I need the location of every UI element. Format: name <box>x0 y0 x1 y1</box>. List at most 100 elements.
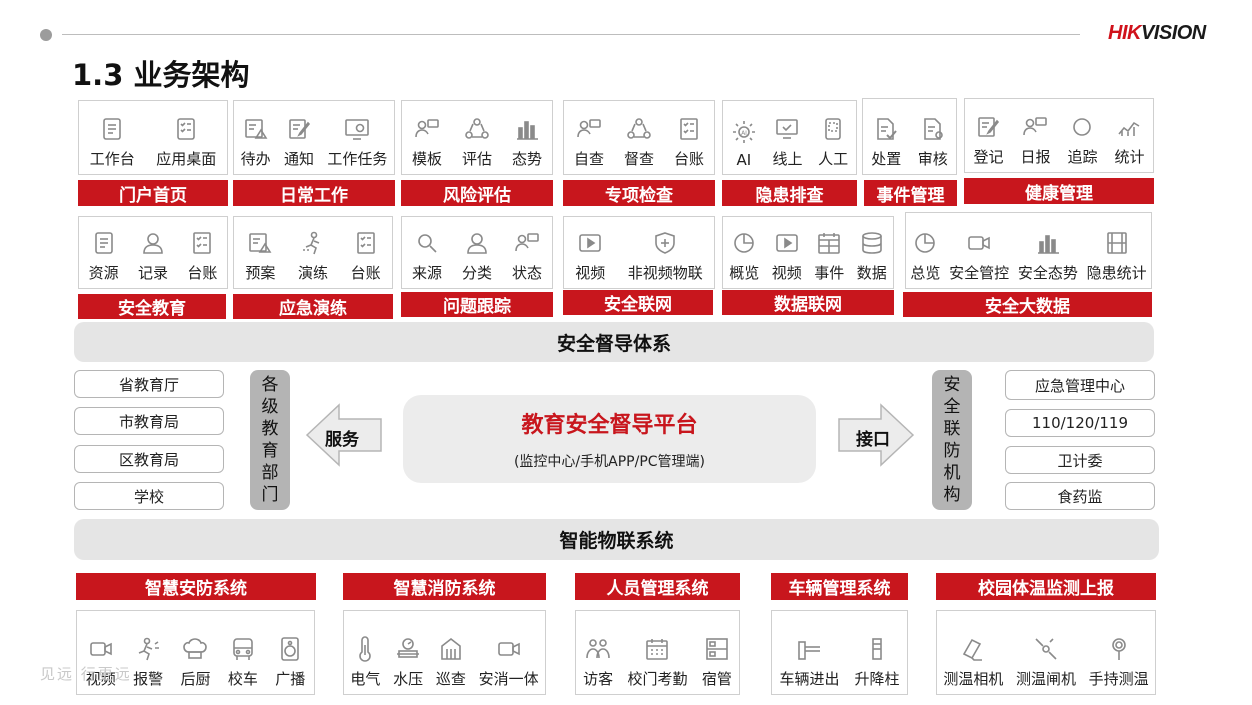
row2-module-label[interactable]: 问题跟踪 <box>401 292 553 317</box>
supervision-system-bar: 安全督导体系 <box>74 322 1154 362</box>
row3-module-label[interactable]: 智慧安防系统 <box>76 573 316 600</box>
row1-item[interactable]: 工作任务 <box>327 116 387 169</box>
row3-item[interactable]: 安消一体 <box>479 636 539 689</box>
row2-module-label[interactable]: 安全联网 <box>563 290 713 315</box>
item-label: 通知 <box>283 150 314 168</box>
item-label: 评估 <box>461 150 492 168</box>
row3-item[interactable]: 报警 <box>133 636 163 689</box>
item-label: 状态 <box>511 264 542 282</box>
data-icon <box>859 230 885 256</box>
row1-item[interactable]: 待办 <box>241 116 271 169</box>
row2-item[interactable]: 隐患统计 <box>1087 230 1147 283</box>
row2-item[interactable]: 视频 <box>772 230 802 283</box>
row3-item[interactable]: 测温闸机 <box>1016 636 1076 689</box>
item-label: 线上 <box>772 150 803 168</box>
ai-icon: AI <box>731 119 757 145</box>
row2-item[interactable]: 台账 <box>351 230 381 283</box>
row1-item[interactable]: 追踪 <box>1067 114 1098 167</box>
row1-module-label[interactable]: 专项检查 <box>563 180 715 206</box>
row2-item[interactable]: 总览 <box>910 230 940 283</box>
row1-module-label[interactable]: 日常工作 <box>233 180 395 206</box>
row1-item[interactable]: 日报 <box>1020 114 1051 167</box>
vertical-char: 机 <box>943 463 961 483</box>
row2-item[interactable]: 预案 <box>245 230 275 283</box>
row2-item[interactable]: 概览 <box>729 230 759 283</box>
row2-item[interactable]: 安全管控 <box>949 230 1009 283</box>
row3-module-label[interactable]: 校园体温监测上报 <box>936 573 1156 600</box>
row1-item[interactable]: 通知 <box>284 116 314 169</box>
svg-text:AI: AI <box>741 130 747 137</box>
row1-module-label[interactable]: 隐患排查 <box>722 180 857 206</box>
row1-module-label[interactable]: 门户首页 <box>78 180 228 206</box>
item-label: 广播 <box>275 670 306 688</box>
row3-item[interactable]: 电气 <box>350 636 380 689</box>
row2-item[interactable]: 台账 <box>187 230 217 283</box>
row3-item[interactable]: 校门考勤 <box>627 636 688 689</box>
row1-item[interactable]: 统计 <box>1114 114 1145 167</box>
row3-item[interactable]: 广播 <box>275 636 305 689</box>
pressure-icon <box>395 636 421 662</box>
row1-item[interactable]: 台账 <box>674 116 704 169</box>
row3-item[interactable]: 巡查 <box>436 636 466 689</box>
row2-module-label[interactable]: 应急演练 <box>233 294 393 319</box>
row2-module-label[interactable]: 安全大数据 <box>903 292 1152 317</box>
todo-icon <box>243 116 269 142</box>
row3-module-label[interactable]: 人员管理系统 <box>575 573 740 600</box>
row3-item[interactable]: 水压 <box>393 636 423 689</box>
manual-icon <box>820 116 846 142</box>
row2-module-label[interactable]: 安全教育 <box>78 294 226 319</box>
row3-item[interactable]: 访客 <box>583 636 613 689</box>
row2-item[interactable]: 记录 <box>138 230 168 283</box>
row3-item[interactable]: 宿管 <box>702 636 732 689</box>
row1-item[interactable]: 工作台 <box>90 116 135 169</box>
row1-item[interactable]: AI AI <box>731 119 757 169</box>
unit-health-commission: 卫计委 <box>1005 446 1155 474</box>
row2-item[interactable]: 事件 <box>814 230 844 283</box>
row2-item[interactable]: 分类 <box>462 230 492 283</box>
source-icon <box>414 230 440 256</box>
row3-item[interactable]: 车辆进出 <box>779 636 840 689</box>
row1-item[interactable]: 登记 <box>973 114 1004 167</box>
daily-report-icon <box>1022 114 1048 140</box>
row1-item[interactable]: 评估 <box>462 116 492 169</box>
row3-module-label[interactable]: 智慧消防系统 <box>343 573 546 600</box>
item-label: 手持测温 <box>1088 670 1149 688</box>
row2-item[interactable]: 状态 <box>512 230 542 283</box>
row1-module-label[interactable]: 事件管理 <box>864 180 957 206</box>
row2-module-label[interactable]: 数据联网 <box>722 290 894 315</box>
film-icon <box>1104 230 1130 256</box>
row3-item[interactable]: 测温相机 <box>943 636 1003 689</box>
row2-item[interactable]: 安全态势 <box>1018 230 1078 283</box>
row1-module-label[interactable]: 风险评估 <box>401 180 553 206</box>
row3-item[interactable]: 手持测温 <box>1089 636 1149 689</box>
bus-icon <box>230 636 256 662</box>
supervise-icon <box>626 116 652 142</box>
unit-district: 区教育局 <box>74 445 224 473</box>
row1-item[interactable]: 督查 <box>624 116 654 169</box>
row3-item[interactable]: 升降柱 <box>854 636 900 689</box>
row1-item[interactable]: 应用桌面 <box>156 116 216 169</box>
row2-item[interactable]: 数据 <box>857 230 887 283</box>
row3-item[interactable]: 校车 <box>228 636 258 689</box>
video-icon <box>577 230 603 256</box>
item-label: 概览 <box>729 264 760 282</box>
row2-item[interactable]: 资源 <box>89 230 119 283</box>
row3-item[interactable]: 后厨 <box>180 636 210 689</box>
row3-module-label[interactable]: 车辆管理系统 <box>771 573 908 600</box>
row1-item[interactable]: 态势 <box>512 116 542 169</box>
row1-item[interactable]: 线上 <box>772 116 803 169</box>
row1-card-4: AI AI 线上 人工 <box>722 100 857 175</box>
ledger-icon <box>676 116 702 142</box>
row2-item[interactable]: 演练 <box>298 230 328 283</box>
item-label: 报警 <box>133 670 164 688</box>
row2-item[interactable]: 来源 <box>412 230 442 283</box>
row1-item[interactable]: 审核 <box>918 116 948 169</box>
row1-item[interactable]: 人工 <box>818 116 848 169</box>
row1-item[interactable]: 处置 <box>871 116 901 169</box>
row1-module-label[interactable]: 健康管理 <box>964 178 1154 204</box>
item-label: 非视频物联 <box>627 264 703 282</box>
row2-item[interactable]: 非视频物联 <box>628 230 703 283</box>
row1-item[interactable]: 自查 <box>574 116 604 169</box>
row1-item[interactable]: 模板 <box>412 116 442 169</box>
row2-item[interactable]: 视频 <box>575 230 605 283</box>
